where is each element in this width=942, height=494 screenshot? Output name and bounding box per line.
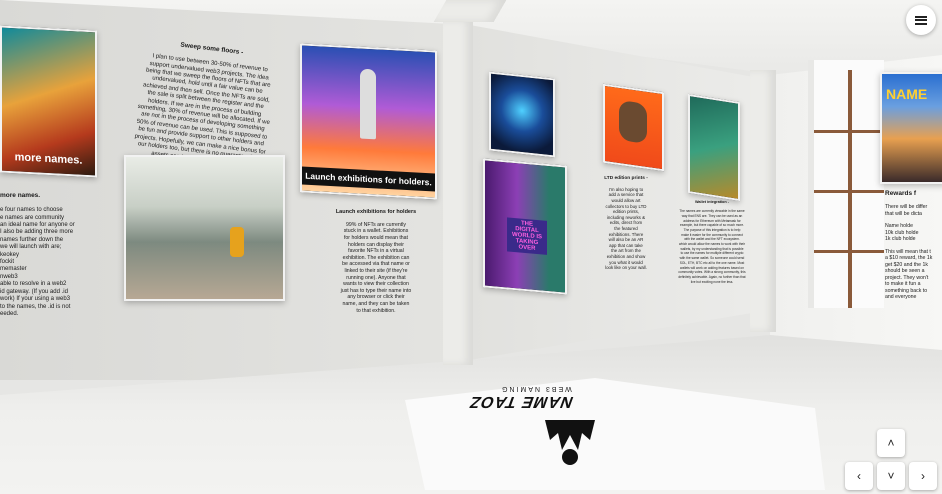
rewards-heading: Rewards f bbox=[885, 190, 917, 198]
move-forward-button[interactable]: ˄ bbox=[877, 429, 905, 457]
ltd-text-block: LTD edition prints - I'm also hoping to … bbox=[598, 170, 654, 276]
chevron-down-icon: ˅ bbox=[887, 469, 895, 483]
artwork-tigers[interactable]: more names. bbox=[0, 25, 97, 178]
rewards-text-block: Rewards f There will be differ that will… bbox=[885, 185, 942, 307]
move-back-button[interactable]: ˅ bbox=[877, 462, 905, 490]
names-body: e four names to choose e names are commu… bbox=[0, 207, 75, 317]
artwork-subway-sweeper[interactable] bbox=[124, 155, 285, 301]
rug-title: NAME TAOZ bbox=[466, 393, 576, 410]
artwork-caption: THE DIGITAL WORLD IS TAKING OVER bbox=[507, 217, 547, 255]
turn-right-button[interactable]: › bbox=[909, 462, 937, 490]
artwork-bear-portrait[interactable] bbox=[603, 83, 664, 172]
window bbox=[808, 60, 884, 308]
menu-button[interactable] bbox=[906, 5, 936, 35]
window-mullion bbox=[848, 70, 852, 308]
ltd-heading: LTD edition prints - bbox=[604, 175, 648, 181]
wallet-body: The names are currently viewable in the … bbox=[678, 209, 746, 284]
names-heading: more names. bbox=[0, 192, 41, 200]
window-mullion bbox=[814, 130, 884, 133]
artwork-crystal-logo[interactable] bbox=[489, 71, 555, 158]
wallet-text-block: Wallet integration - The names are curre… bbox=[674, 195, 750, 289]
artwork-name-banner[interactable]: NAME bbox=[880, 72, 942, 184]
chevron-up-icon: ˄ bbox=[887, 436, 895, 450]
hamburger-icon bbox=[915, 14, 927, 26]
launch-body: 99% of NFTs are currently stuck in a wal… bbox=[340, 221, 412, 314]
artwork-wallet-vault[interactable] bbox=[688, 93, 740, 202]
ceiling-beam bbox=[433, 0, 507, 22]
crown-logo-icon bbox=[545, 420, 595, 465]
launch-heading: Launch exhibitions for holders bbox=[335, 208, 417, 215]
pillar bbox=[443, 20, 473, 365]
chevron-right-icon: › bbox=[921, 469, 925, 483]
banner-text: NAME bbox=[886, 86, 928, 102]
rug-subtitle: WEB3 NAMING bbox=[500, 385, 572, 392]
wallet-heading: Wallet integration - bbox=[694, 199, 730, 204]
rewards-body: There will be differ that will be dicta … bbox=[885, 204, 933, 300]
artwork-rocket[interactable]: Launch exhibitions for holders. bbox=[300, 43, 437, 200]
artwork-digital-world[interactable]: THE DIGITAL WORLD IS TAKING OVER bbox=[483, 158, 567, 295]
turn-left-button[interactable]: ‹ bbox=[845, 462, 873, 490]
window-mullion bbox=[814, 250, 884, 253]
pillar bbox=[750, 70, 776, 332]
chevron-left-icon: ‹ bbox=[857, 469, 861, 483]
window-mullion bbox=[814, 190, 884, 193]
names-text-block: more names. e four names to choose e nam… bbox=[0, 185, 100, 326]
gallery-scene[interactable]: more names. more names. e four names to … bbox=[0, 0, 942, 494]
ltd-body: I'm also hoping to add a service that wo… bbox=[605, 186, 647, 271]
launch-text-block: Launch exhibitions for holders 99% of NF… bbox=[330, 202, 422, 321]
